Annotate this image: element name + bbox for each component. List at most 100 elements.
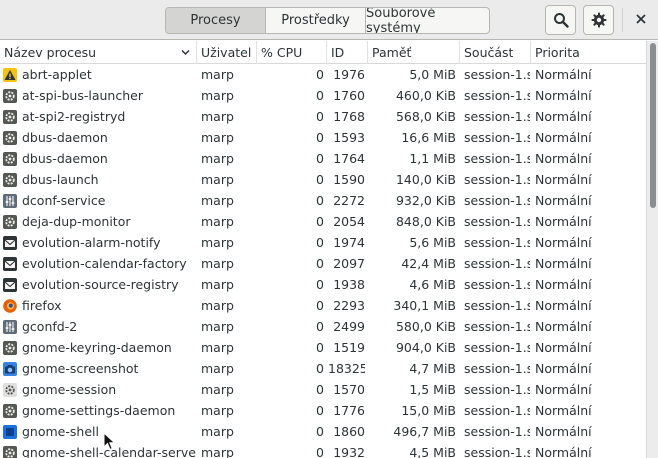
process-cpu: 0 xyxy=(316,151,324,166)
process-user: marp xyxy=(201,214,234,229)
table-row[interactable]: gnome-session marp 0 1570 1,5 MiB session-1.s… xyxy=(0,379,646,400)
table-row[interactable]: dconf-service marp 0 2272 932,0 KiB session-1… xyxy=(0,190,646,211)
warning-icon xyxy=(3,64,17,85)
process-cpu: 0 xyxy=(316,277,324,292)
table-row[interactable]: dbus-daemon marp 0 1593 16,6 MiB session-1.s N… xyxy=(0,127,646,148)
process-priority: Normální xyxy=(535,319,592,334)
process-cpu: 0 xyxy=(316,319,324,334)
process-id: 1764 xyxy=(333,151,365,166)
column-header-user[interactable]: Uživatel xyxy=(197,41,257,64)
process-cpu: 0 xyxy=(316,67,324,82)
process-memory: 568,0 KiB xyxy=(395,109,456,124)
table-row[interactable]: gconfd-2 marp 0 2499 580,0 KiB session-1.s Nor… xyxy=(0,316,646,337)
process-id: 1593 xyxy=(333,130,365,145)
table-row[interactable]: firefox marp 0 2293 340,1 MiB session-1.s Norm… xyxy=(0,295,646,316)
sliders-icon xyxy=(3,190,17,211)
close-icon xyxy=(636,14,646,24)
process-memory: 5,6 MiB xyxy=(409,235,456,250)
close-button[interactable] xyxy=(630,8,652,30)
search-button[interactable] xyxy=(545,5,576,35)
process-session: session-1.s xyxy=(464,424,530,439)
process-session: session-1.s xyxy=(464,235,530,250)
column-header-id[interactable]: ID xyxy=(327,41,368,64)
process-name: gnome-session xyxy=(22,382,117,397)
process-priority: Normální xyxy=(535,340,592,355)
process-name: at-spi2-registryd xyxy=(22,109,126,124)
process-id: 1590 xyxy=(333,172,365,187)
process-cpu: 0 xyxy=(316,256,324,271)
gear-icon xyxy=(3,148,17,169)
table-row[interactable]: evolution-alarm-notify marp 0 1974 5,6 MiB se… xyxy=(0,232,646,253)
column-header-memory[interactable]: Paměť xyxy=(368,41,460,64)
process-user: marp xyxy=(201,403,234,418)
process-memory: 460,0 KiB xyxy=(395,88,456,103)
process-session: session-1.s xyxy=(464,193,530,208)
process-id: 1938 xyxy=(333,277,365,292)
process-name: evolution-source-registry xyxy=(22,277,179,292)
header-bar: Procesy Prostředky Souborové systémy xyxy=(0,0,658,40)
process-priority: Normální xyxy=(535,403,592,418)
process-memory: 904,0 KiB xyxy=(395,340,456,355)
table-row[interactable]: dbus-daemon marp 0 1764 1,1 MiB session-1.s No… xyxy=(0,148,646,169)
tab-file-systems[interactable]: Souborové systémy xyxy=(366,8,489,33)
table-row[interactable]: gnome-shell-calendar-server marp 0 1932 4,5 … xyxy=(0,442,646,458)
process-name: abrt-applet xyxy=(22,67,92,82)
process-priority: Normální xyxy=(535,130,592,145)
process-memory: 496,7 MiB xyxy=(393,424,456,439)
column-header-cpu[interactable]: % CPU xyxy=(257,41,327,64)
table-row[interactable]: dbus-launch marp 0 1590 140,0 KiB session-1.s… xyxy=(0,169,646,190)
gear-icon xyxy=(3,442,17,458)
column-header-priority[interactable]: Priorita xyxy=(531,41,646,64)
table-row[interactable]: abrt-applet marp 0 1976 5,0 MiB session-1.s No… xyxy=(0,64,646,85)
process-session: session-1.s xyxy=(464,382,530,397)
process-user: marp xyxy=(201,277,234,292)
process-user: marp xyxy=(201,361,234,376)
process-name: gnome-screenshot xyxy=(22,361,139,376)
process-session: session-1.s xyxy=(464,340,530,355)
process-memory: 4,7 MiB xyxy=(409,361,456,376)
process-name: evolution-alarm-notify xyxy=(22,235,161,250)
gear-icon xyxy=(591,12,606,28)
column-header-session[interactable]: Součást xyxy=(460,41,531,64)
process-memory: 848,0 KiB xyxy=(395,214,456,229)
process-name: dbus-daemon xyxy=(22,130,108,145)
process-user: marp xyxy=(201,445,234,458)
process-id: 2499 xyxy=(333,319,365,334)
process-priority: Normální xyxy=(535,109,592,124)
scrollbar-thumb[interactable] xyxy=(650,43,656,208)
process-user: marp xyxy=(201,298,234,313)
menu-button[interactable] xyxy=(583,5,614,35)
process-user: marp xyxy=(201,382,234,397)
process-user: marp xyxy=(201,193,234,208)
column-header-name-label: Název procesu xyxy=(4,45,97,60)
process-user: marp xyxy=(201,172,234,187)
firefox-icon xyxy=(3,295,17,316)
column-header-name[interactable]: Název procesu xyxy=(0,41,197,64)
process-session: session-1.s xyxy=(464,172,530,187)
process-user: marp xyxy=(201,424,234,439)
table-row[interactable]: evolution-calendar-factory marp 0 2097 42,4 … xyxy=(0,253,646,274)
table-row[interactable]: at-spi2-registryd marp 0 1768 568,0 KiB sessi… xyxy=(0,106,646,127)
table-row[interactable]: deja-dup-monitor marp 0 2054 848,0 KiB sessio… xyxy=(0,211,646,232)
table-row[interactable]: gnome-screenshot marp 0 18325 4,7 MiB session… xyxy=(0,358,646,379)
table-row[interactable]: gnome-settings-daemon marp 0 1776 15,0 MiB se… xyxy=(0,400,646,421)
gear-icon xyxy=(3,400,17,421)
gear-icon xyxy=(3,127,17,148)
process-priority: Normální xyxy=(535,151,592,166)
process-priority: Normální xyxy=(535,424,592,439)
mouse-cursor-icon xyxy=(103,432,116,451)
table-row[interactable]: gnome-shell marp 0 1860 496,7 MiB session-1.s… xyxy=(0,421,646,442)
vertical-scrollbar[interactable] xyxy=(646,41,658,458)
table-row[interactable]: gnome-keyring-daemon marp 0 1519 904,0 KiB se… xyxy=(0,337,646,358)
tab-resources[interactable]: Prostředky xyxy=(266,8,366,33)
table-row[interactable]: at-spi-bus-launcher marp 0 1760 460,0 KiB ses… xyxy=(0,85,646,106)
sliders-icon xyxy=(3,316,17,337)
process-id: 2272 xyxy=(333,193,365,208)
process-name: gconfd-2 xyxy=(22,319,78,334)
process-priority: Normální xyxy=(535,361,592,376)
process-id: 1860 xyxy=(333,424,365,439)
process-user: marp xyxy=(201,67,234,82)
table-row[interactable]: evolution-source-registry marp 0 1938 4,6 Mi… xyxy=(0,274,646,295)
tab-processes[interactable]: Procesy xyxy=(166,8,266,33)
process-session: session-1.s xyxy=(464,109,530,124)
